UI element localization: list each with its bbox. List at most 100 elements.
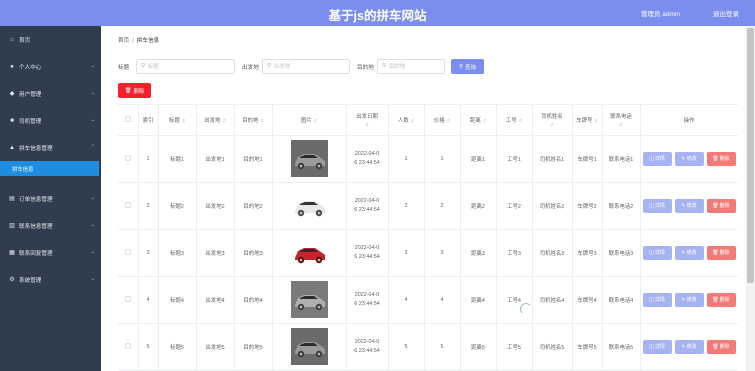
sidebar-item-home[interactable]: ⌂ 首页 bbox=[0, 26, 101, 53]
detail-button[interactable]: ◫ 详情 bbox=[642, 245, 672, 260]
row-checkbox[interactable] bbox=[124, 342, 131, 349]
logout-link[interactable]: 退出登录 bbox=[713, 8, 739, 18]
sort-icon[interactable]: ⇵ bbox=[222, 118, 225, 123]
detail-button[interactable]: ◫ 详情 bbox=[642, 339, 672, 354]
loading-spinner bbox=[520, 303, 532, 315]
sidebar-item-orders[interactable]: ▤ 订单信息管理 ⌄ bbox=[0, 185, 101, 212]
sort-icon[interactable]: ⇵ bbox=[447, 118, 450, 123]
car-image[interactable] bbox=[290, 187, 328, 224]
edit-button[interactable]: ✎ 修改 bbox=[674, 198, 704, 213]
edit-button[interactable]: ✎ 修改 bbox=[674, 292, 704, 307]
table-row[interactable]: 5 标题5 出发地5 目的地5 2022-04-0 6 23:44:54 5 5 距离5 工号5 司… bbox=[118, 323, 738, 371]
table-header-row: 索引 标题 ⇵ 出发地 ⇵ 目的地 ⇵ 图片 ⇵ 出发日期 ⇵ 人数 ⇵ 价格 ⇵ 距离 ⇵ 工… bbox=[118, 105, 738, 136]
column-header[interactable]: 人数 ⇵ bbox=[388, 105, 425, 136]
delete-button[interactable]: 🗑 删除 bbox=[706, 151, 736, 166]
car-image[interactable] bbox=[290, 281, 328, 318]
title-input[interactable] bbox=[148, 62, 228, 72]
edit-button[interactable]: ✎ 修改 bbox=[674, 339, 704, 354]
row-checkbox[interactable] bbox=[124, 248, 131, 255]
edit-icon: ✎ bbox=[681, 343, 686, 350]
car-image[interactable] bbox=[290, 140, 328, 177]
column-header[interactable]: 价格 ⇵ bbox=[424, 105, 461, 136]
column-header[interactable]: 目的地 ⇵ bbox=[234, 105, 273, 136]
delete-button[interactable]: 🗑 删除 bbox=[706, 292, 736, 307]
carpool-table: 索引 标题 ⇵ 出发地 ⇵ 目的地 ⇵ 图片 ⇵ 出发日期 ⇵ 人数 ⇵ 价格 ⇵ 距离 ⇵ 工… bbox=[118, 104, 738, 371]
job-no-cell: 工号2 bbox=[496, 182, 533, 230]
sort-icon[interactable]: ⇵ bbox=[260, 118, 263, 123]
driver-cell: 司机姓名1 bbox=[532, 135, 573, 183]
sidebar-item-system[interactable]: ⚙ 系统管理 ⌄ bbox=[0, 266, 101, 293]
table-row[interactable]: 4 标题4 出发地4 目的地4 2022-04-0 6 23:44:54 4 4 距离4 工号4 司… bbox=[118, 276, 738, 324]
detail-button[interactable]: ◫ 详情 bbox=[642, 292, 672, 307]
batch-delete-button[interactable]: 🗑 删除 bbox=[118, 83, 151, 98]
price-cell: 2 bbox=[424, 182, 461, 230]
column-header[interactable]: 车牌号 ⇵ bbox=[572, 105, 603, 136]
select-all-checkbox[interactable] bbox=[124, 115, 131, 122]
row-checkbox[interactable] bbox=[124, 295, 131, 302]
dest-cell: 目的地5 bbox=[234, 323, 273, 371]
dest-search-field[interactable]: ⚲ bbox=[377, 59, 445, 74]
column-header[interactable]: 标题 ⇵ bbox=[158, 105, 197, 136]
page-scrollbar[interactable] bbox=[746, 26, 755, 371]
column-header[interactable]: 图片 ⇵ bbox=[272, 105, 347, 136]
car-image[interactable] bbox=[290, 328, 328, 365]
column-header[interactable]: 出发地 ⇵ bbox=[196, 105, 235, 136]
edit-button[interactable]: ✎ 修改 bbox=[674, 245, 704, 260]
sort-icon[interactable]: ⇵ bbox=[519, 118, 522, 123]
sidebar-item-users[interactable]: ◆ 用户管理 ⌄ bbox=[0, 80, 101, 107]
sidebar-item-label: 订单信息管理 bbox=[19, 196, 53, 203]
sort-icon[interactable]: ⇵ bbox=[483, 118, 486, 123]
table-row[interactable]: 3 标题3 出发地3 目的地3 2022-04-0 6 23:44:54 3 3 距离3 工号3 司… bbox=[118, 229, 738, 277]
chevron-down-icon: ⌄ bbox=[90, 222, 95, 228]
row-checkbox[interactable] bbox=[124, 201, 131, 208]
date-cell: 2022-04-0 6 23:44:54 bbox=[346, 276, 389, 324]
delete-button[interactable]: 🗑 删除 bbox=[706, 245, 736, 260]
sort-icon[interactable]: ⇵ bbox=[594, 118, 597, 123]
title-search-field[interactable]: ⚲ bbox=[136, 59, 235, 74]
column-header[interactable]: 司机姓名 ⇵ bbox=[532, 105, 573, 136]
sidebar-item-reply[interactable]: ▦ 联系回复管理 ⌄ bbox=[0, 239, 101, 266]
scrollbar-thumb[interactable] bbox=[747, 28, 754, 283]
column-header: 索引 bbox=[138, 105, 159, 136]
sort-icon[interactable]: ⇵ bbox=[411, 118, 414, 123]
sort-icon[interactable]: ⇵ bbox=[347, 122, 388, 127]
sort-icon[interactable]: ⇵ bbox=[603, 122, 640, 127]
column-header[interactable]: 工号 ⇵ bbox=[496, 105, 533, 136]
sort-icon[interactable]: ⇵ bbox=[533, 122, 572, 127]
edit-button[interactable]: ✎ 修改 bbox=[674, 151, 704, 166]
sidebar-subitem-carpool-info[interactable]: 拼车信息 bbox=[0, 161, 99, 176]
origin-cell: 出发地5 bbox=[196, 323, 235, 371]
origin-input[interactable] bbox=[274, 62, 354, 72]
column-header[interactable]: 距离 ⇵ bbox=[460, 105, 497, 136]
delete-button[interactable]: 🗑 删除 bbox=[706, 198, 736, 213]
sort-icon[interactable]: ⇵ bbox=[314, 118, 317, 123]
detail-button[interactable]: ◫ 详情 bbox=[642, 198, 672, 213]
column-header[interactable]: 出发日期 ⇵ bbox=[346, 105, 389, 136]
delete-button[interactable]: 🗑 删除 bbox=[706, 339, 736, 354]
actions-cell: ◫ 详情 ✎ 修改 🗑 删除 bbox=[640, 182, 738, 230]
sidebar-item-contact[interactable]: ▥ 联系信息管理 ⌄ bbox=[0, 212, 101, 239]
search-icon: ⚲ bbox=[382, 63, 387, 69]
column-header[interactable]: 联系电话 ⇵ bbox=[602, 105, 641, 136]
user-icon: ● bbox=[10, 63, 14, 70]
sidebar-item-drivers[interactable]: ■ 司机管理 ⌄ bbox=[0, 107, 101, 134]
table-row[interactable]: 1 标题1 出发地1 目的地1 2022-04-0 6 23:44:54 1 1 距离1 工号1 司… bbox=[118, 135, 738, 183]
table-row[interactable]: 2 标题2 出发地2 目的地2 2022-04-0 6 23:44:54 2 2 距离2 工号2 司… bbox=[118, 182, 738, 230]
detail-icon: ◫ bbox=[649, 202, 654, 209]
detail-button[interactable]: ◫ 详情 bbox=[642, 151, 672, 166]
sidebar-item-carpool-mgmt[interactable]: ▲ 拼车信息管理 ⌃ bbox=[0, 134, 101, 161]
search-button[interactable]: ⚲ 查询 bbox=[451, 59, 484, 74]
detail-icon: ◫ bbox=[649, 249, 654, 256]
car-image[interactable] bbox=[290, 234, 328, 271]
dest-input[interactable] bbox=[389, 62, 444, 72]
breadcrumb-home[interactable]: 首页 bbox=[118, 38, 129, 44]
row-checkbox[interactable] bbox=[124, 154, 131, 161]
sidebar-item-label: 用户管理 bbox=[19, 91, 42, 98]
price-cell: 5 bbox=[424, 323, 461, 371]
sort-icon[interactable]: ⇵ bbox=[182, 118, 185, 123]
dest-cell: 目的地1 bbox=[234, 135, 273, 183]
distance-cell: 距离5 bbox=[460, 323, 497, 371]
sidebar-item-profile[interactable]: ● 个人中心 ⌄ bbox=[0, 53, 101, 80]
origin-search-field[interactable]: ⚲ bbox=[262, 59, 354, 74]
index-cell: 3 bbox=[138, 229, 159, 277]
